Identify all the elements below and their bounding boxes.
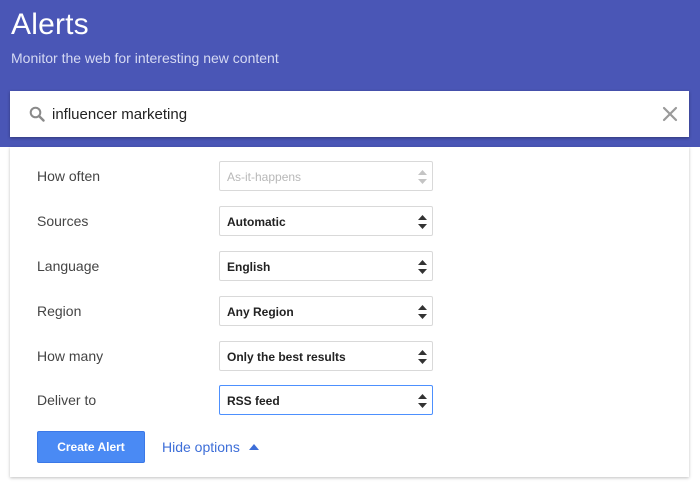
search-box [10,91,689,137]
select-value: RSS feed [227,394,280,408]
how-often-select: As-it-happens [219,161,433,191]
option-row-language: Language English [10,251,689,281]
option-row-sources: Sources Automatic [10,206,689,236]
option-label: Region [37,303,82,319]
alert-options-panel: How often As-it-happens Sources Automati… [10,147,689,477]
hide-options-link[interactable]: Hide options [162,431,259,463]
select-arrows-icon [418,305,427,319]
select-value: Only the best results [227,350,346,364]
page-subtitle: Monitor the web for interesting new cont… [11,50,279,66]
hide-options-label: Hide options [162,439,240,455]
option-label: How many [37,348,104,364]
app-header: Alerts Monitor the web for interesting n… [0,0,700,147]
option-row-region: Region Any Region [10,296,689,326]
sources-select[interactable]: Automatic [219,206,433,236]
select-arrows-icon [418,170,427,184]
select-value: Any Region [227,305,294,319]
select-arrows-icon [418,350,427,364]
language-select[interactable]: English [219,251,433,281]
create-alert-button[interactable]: Create Alert [37,431,145,463]
select-value: As-it-happens [227,170,302,184]
select-value: English [227,260,271,274]
select-value: Automatic [227,215,286,229]
option-row-how-often: How often As-it-happens [10,161,689,191]
how-many-select[interactable]: Only the best results [219,341,433,371]
close-icon[interactable] [661,105,679,123]
search-icon [29,106,45,122]
option-label: Sources [37,213,89,229]
caret-up-icon [248,444,259,450]
option-row-how-many: How many Only the best results [10,341,689,371]
option-label: Deliver to [37,392,97,408]
page-title: Alerts [11,8,89,41]
option-row-deliver-to: Deliver to RSS feed [10,385,689,415]
select-arrows-icon [418,260,427,274]
option-label: How often [37,168,101,184]
select-arrows-icon [418,394,427,408]
deliver-to-select[interactable]: RSS feed [219,385,433,415]
search-input[interactable] [52,91,632,137]
select-arrows-icon [418,215,427,229]
option-label: Language [37,258,100,274]
region-select[interactable]: Any Region [219,296,433,326]
